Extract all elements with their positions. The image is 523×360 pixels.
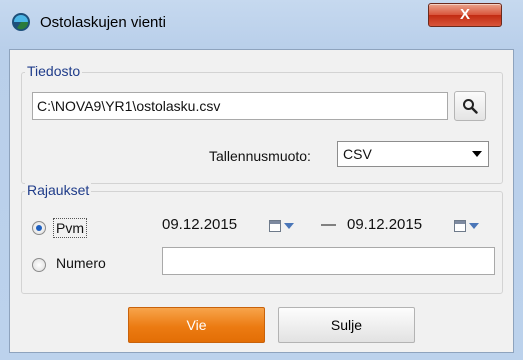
dialog-window: Ostolaskujen vienti X Tiedosto C:\NOVA9\… xyxy=(0,0,523,360)
date-to-picker-button[interactable] xyxy=(454,214,492,238)
search-icon xyxy=(463,99,478,114)
chevron-down-icon xyxy=(469,223,479,229)
browse-file-button[interactable] xyxy=(454,91,486,121)
close-button[interactable]: Sulje xyxy=(278,307,415,343)
date-option-radio[interactable] xyxy=(32,221,46,235)
date-from-value[interactable]: 09.12.2015 xyxy=(162,216,237,233)
chevron-down-icon xyxy=(284,223,294,229)
dialog-body: Tiedosto C:\NOVA9\YR1\ostolasku.csv Tall… xyxy=(9,49,514,353)
file-group: Tiedosto C:\NOVA9\YR1\ostolasku.csv Tall… xyxy=(21,63,503,184)
calendar-icon xyxy=(269,220,281,232)
file-group-label: Tiedosto xyxy=(25,63,83,79)
format-select[interactable]: CSV xyxy=(337,141,489,167)
date-to-value[interactable]: 09.12.2015 xyxy=(347,216,422,233)
chevron-down-icon xyxy=(472,151,482,157)
number-option-radio[interactable] xyxy=(32,258,46,272)
format-select-value: CSV xyxy=(343,146,372,162)
app-logo-icon xyxy=(12,13,30,31)
number-input[interactable] xyxy=(162,247,495,275)
date-option-label[interactable]: Pvm xyxy=(53,218,87,238)
window-close-button[interactable]: X xyxy=(428,3,502,27)
calendar-icon xyxy=(454,220,466,232)
format-label: Tallennusmuoto: xyxy=(209,148,311,164)
window-title: Ostolaskujen vienti xyxy=(40,14,166,31)
date-range-separator: — xyxy=(321,216,336,233)
limits-group: Rajaukset Pvm 09.12.2015 — 09.12.2015 Nu… xyxy=(21,182,503,294)
date-from-picker-button[interactable] xyxy=(269,214,307,238)
title-bar[interactable]: Ostolaskujen vienti X xyxy=(0,0,523,50)
number-option-label[interactable]: Numero xyxy=(56,255,106,271)
export-button[interactable]: Vie xyxy=(128,307,265,343)
file-path-input[interactable]: C:\NOVA9\YR1\ostolasku.csv xyxy=(32,92,448,120)
limits-group-label: Rajaukset xyxy=(25,182,92,198)
